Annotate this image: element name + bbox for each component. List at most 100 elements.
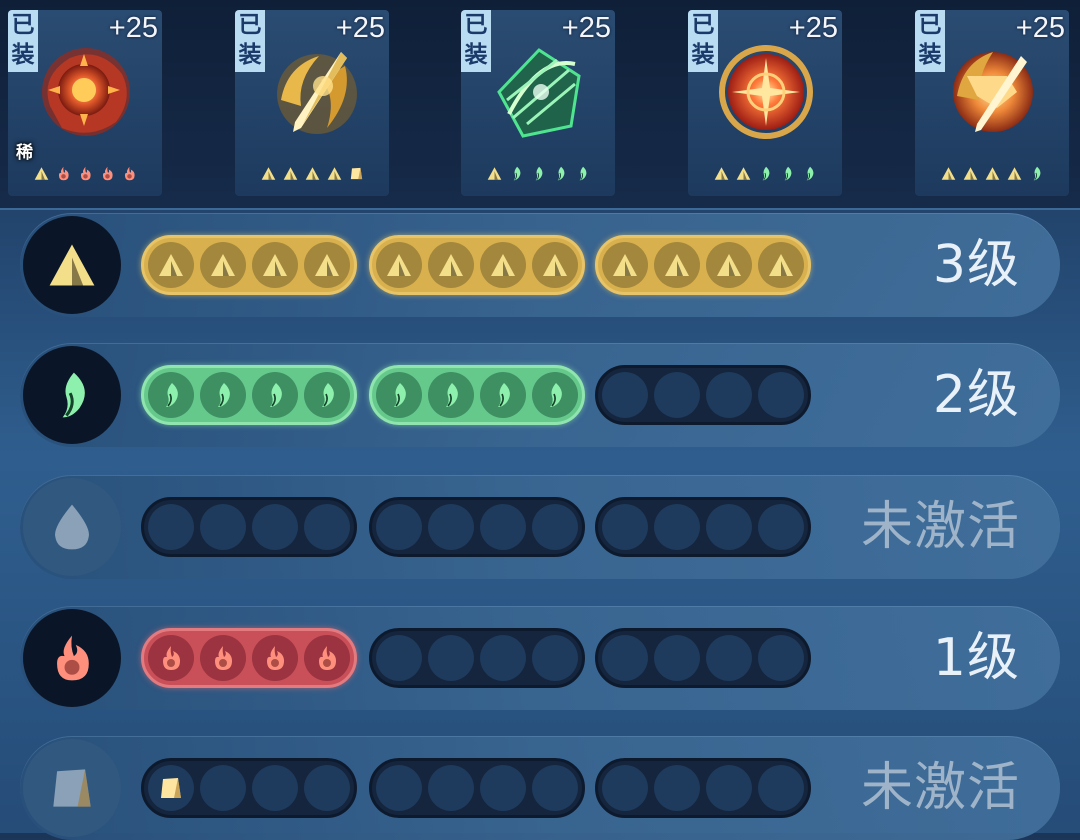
- empty-slot: [252, 504, 298, 550]
- equipment-card[interactable]: 已装 +25: [688, 10, 842, 196]
- slot-group: [369, 365, 585, 425]
- empty-slot: [654, 635, 700, 681]
- fire-mark-icon: [99, 165, 116, 182]
- earth-mark-icon: [260, 165, 277, 182]
- card-element-marks: [8, 160, 162, 186]
- slot-group: [595, 628, 811, 688]
- empty-slot: [428, 765, 474, 811]
- green-bow-emblem-icon: [497, 48, 581, 138]
- empty-slot: [654, 765, 700, 811]
- wood-mark-icon: [1028, 165, 1045, 182]
- empty-slot: [304, 504, 350, 550]
- empty-slot: [200, 504, 246, 550]
- card-element-marks: [915, 160, 1069, 186]
- empty-slot: [758, 765, 804, 811]
- earth-slot-icon: [428, 242, 474, 288]
- stone-icon-badge: [23, 739, 121, 837]
- fire-sun-emblem-icon: [42, 48, 130, 136]
- equipment-card[interactable]: 已装 +25: [461, 10, 615, 196]
- fire-slot-icon: [148, 635, 194, 681]
- empty-slot: [376, 635, 422, 681]
- equipment-card[interactable]: 已装 +25 稀: [8, 10, 162, 196]
- empty-slot: [428, 504, 474, 550]
- earth-slot-icon: [376, 242, 422, 288]
- earth-slot-icon: [480, 242, 526, 288]
- wood-attribute-row[interactable]: 2级: [20, 343, 1060, 447]
- empty-slot: [252, 765, 298, 811]
- fire-slot-icon: [304, 635, 350, 681]
- earth-slot-icon: [304, 242, 350, 288]
- empty-slot: [602, 765, 648, 811]
- wood-slot-icon: [252, 372, 298, 418]
- slot-group: [595, 235, 811, 295]
- slot-group: [369, 497, 585, 557]
- empty-slot: [706, 635, 752, 681]
- slot-group: [141, 235, 357, 295]
- wood-mark-icon: [757, 165, 774, 182]
- leaf-icon-badge: [23, 346, 121, 444]
- empty-slot: [480, 765, 526, 811]
- equipment-card[interactable]: 已装 +25: [915, 10, 1069, 196]
- slot-group: [141, 497, 357, 557]
- fire-mark-icon: [55, 165, 72, 182]
- earth-mark-icon: [486, 165, 503, 182]
- fire-slot-icon: [200, 635, 246, 681]
- empty-slot: [602, 372, 648, 418]
- wood-slot-icon: [148, 372, 194, 418]
- earth-mark-icon: [33, 165, 50, 182]
- slot-group: [141, 628, 357, 688]
- earth-mark-icon: [326, 165, 343, 182]
- slot-group: [369, 758, 585, 818]
- earth-icon: [49, 244, 95, 286]
- wood-slot-icon: [304, 372, 350, 418]
- water-attribute-row[interactable]: 未激活: [20, 475, 1060, 579]
- earth-mark-icon: [304, 165, 321, 182]
- wood-mark-icon: [779, 165, 796, 182]
- water-drop-icon-badge: [23, 478, 121, 576]
- level-status: 1级: [932, 628, 1020, 688]
- empty-slot: [706, 504, 752, 550]
- stone-attribute-row[interactable]: 未激活: [20, 736, 1060, 840]
- wood-slot-icon: [200, 372, 246, 418]
- empty-slot: [602, 504, 648, 550]
- level-status: 未激活: [860, 758, 1020, 818]
- empty-slot: [304, 765, 350, 811]
- empty-slot: [532, 504, 578, 550]
- empty-slot: [532, 635, 578, 681]
- card-element-marks: [688, 160, 842, 186]
- stone-mark-icon: [348, 165, 365, 182]
- earth-icon-badge: [23, 216, 121, 314]
- earth-slot-icon: [532, 242, 578, 288]
- slot-group: [595, 758, 811, 818]
- earth-slot-icon: [654, 242, 700, 288]
- earth-mark-icon: [735, 165, 752, 182]
- wood-slot-icon: [480, 372, 526, 418]
- slot-group: [141, 758, 357, 818]
- leaf-icon: [62, 372, 85, 418]
- wood-slot-icon: [376, 372, 422, 418]
- wood-slot-icon: [532, 372, 578, 418]
- level-status: 2级: [932, 365, 1020, 425]
- slot-group: [595, 365, 811, 425]
- wood-mark-icon: [552, 165, 569, 182]
- empty-slot: [480, 635, 526, 681]
- fire-attribute-row[interactable]: 1级: [20, 606, 1060, 710]
- earth-slot-icon: [200, 242, 246, 288]
- flame-icon-badge: [23, 609, 121, 707]
- stone-icon: [53, 769, 91, 807]
- earth-attribute-row[interactable]: 3级: [20, 213, 1060, 317]
- empty-slot: [654, 504, 700, 550]
- slot-group: [141, 365, 357, 425]
- flame-icon: [57, 635, 89, 681]
- earth-mark-icon: [713, 165, 730, 182]
- equipment-card[interactable]: 已装 +25: [235, 10, 389, 196]
- earth-mark-icon: [984, 165, 1001, 182]
- wood-mark-icon: [530, 165, 547, 182]
- empty-slot: [706, 765, 752, 811]
- empty-slot: [602, 635, 648, 681]
- golden-sword-emblem-icon: [277, 52, 357, 134]
- empty-slot: [376, 765, 422, 811]
- empty-slot: [428, 635, 474, 681]
- card-element-marks: [235, 160, 389, 186]
- wood-mark-icon: [801, 165, 818, 182]
